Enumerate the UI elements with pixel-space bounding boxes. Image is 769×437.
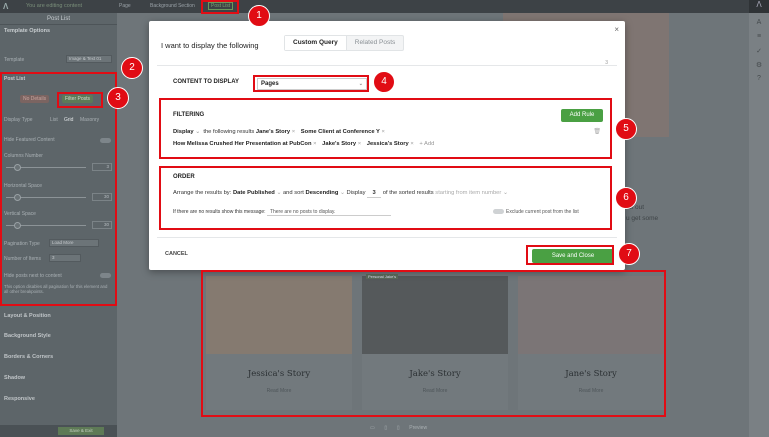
close-icon[interactable]: × bbox=[614, 25, 619, 34]
sidebar-footer: Save & Exit bbox=[0, 425, 117, 437]
annotation-badge-7: 7 bbox=[618, 243, 640, 265]
right-toolbar: A ≡ ✓ ⚙ ? bbox=[749, 13, 769, 437]
annotation-badge-5: 5 bbox=[615, 118, 637, 140]
annotation-box-5 bbox=[159, 98, 612, 159]
modal-heading: I want to display the following bbox=[161, 41, 259, 50]
check-icon[interactable]: ✓ bbox=[755, 47, 763, 55]
save-exit-button[interactable]: Save & Exit bbox=[58, 427, 104, 435]
breadcrumb-page[interactable]: Page bbox=[119, 3, 131, 9]
annotation-badge-6: 6 bbox=[615, 187, 637, 209]
annotation-box-4 bbox=[253, 75, 369, 92]
settings-icon[interactable]: ⚙ bbox=[755, 61, 763, 69]
desktop-icon[interactable]: ▭ bbox=[370, 425, 375, 431]
annotation-badge-2: 2 bbox=[121, 57, 143, 79]
right-logo-icon: Λ bbox=[749, 0, 769, 13]
sidebar-title: Post List bbox=[0, 13, 117, 25]
thrive-logo-icon: Λ bbox=[3, 2, 9, 11]
top-bar: Λ You are editing content Page Backgroun… bbox=[0, 0, 769, 13]
annotation-badge-4: 4 bbox=[373, 71, 395, 93]
background-style-section[interactable]: Background Style bbox=[4, 333, 51, 339]
text-icon[interactable]: A bbox=[755, 19, 763, 27]
cancel-button[interactable]: CANCEL bbox=[165, 251, 188, 257]
content-to-display-label: CONTENT TO DISPLAY bbox=[173, 79, 240, 85]
tab-custom-query[interactable]: Custom Query bbox=[285, 36, 347, 50]
template-select[interactable]: Image & Text 01 bbox=[66, 55, 112, 63]
borders-corners-section[interactable]: Borders & Corners bbox=[4, 354, 53, 360]
help-icon[interactable]: ? bbox=[755, 75, 763, 83]
annotation-badge-3: 3 bbox=[107, 87, 129, 109]
layers-icon[interactable]: ≡ bbox=[755, 33, 763, 41]
divider bbox=[157, 237, 617, 238]
annotation-box-6 bbox=[159, 166, 612, 230]
annotation-box-1 bbox=[201, 0, 239, 14]
divider bbox=[157, 65, 617, 66]
annotation-box-3 bbox=[57, 92, 103, 108]
responsive-section[interactable]: Responsive bbox=[4, 396, 35, 402]
layout-position-section[interactable]: Layout & Position bbox=[4, 313, 51, 319]
template-label: Template bbox=[4, 57, 25, 63]
template-options-header[interactable]: Template Options bbox=[0, 25, 117, 37]
shadow-section[interactable]: Shadow bbox=[4, 375, 25, 381]
annotation-box-7 bbox=[526, 245, 614, 265]
device-bar: ▭ ▯ ▯ Preview bbox=[370, 425, 490, 435]
annotation-box-cards bbox=[201, 270, 666, 417]
annotation-badge-1: 1 bbox=[248, 5, 270, 27]
preview-button[interactable]: Preview bbox=[409, 425, 427, 431]
editing-status: You are editing content bbox=[26, 3, 83, 9]
tablet-icon[interactable]: ▯ bbox=[384, 425, 387, 431]
query-tabs: Custom Query Related Posts bbox=[284, 35, 405, 51]
breadcrumb-background-section[interactable]: Background Section bbox=[150, 3, 195, 9]
page-side-text-2: u get some bbox=[626, 215, 659, 222]
mobile-icon[interactable]: ▯ bbox=[397, 425, 400, 431]
tab-related-posts[interactable]: Related Posts bbox=[347, 36, 403, 50]
